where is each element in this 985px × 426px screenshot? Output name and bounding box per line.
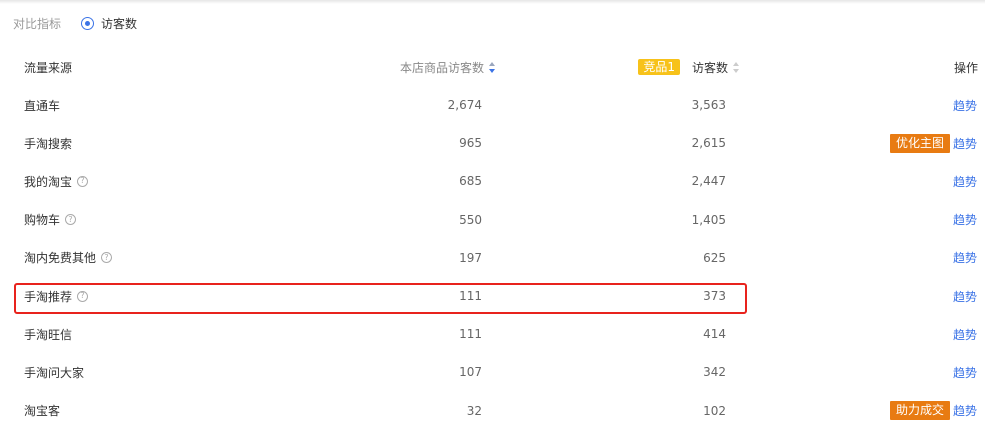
action-cell: 优化主图 趋势: [889, 124, 977, 162]
action-tag-button[interactable]: 助力成交: [889, 401, 950, 421]
action-cell: 趋势: [953, 162, 977, 200]
competitor-visitors-value: 414: [703, 327, 726, 342]
source-cell: 手淘问大家: [24, 353, 84, 391]
header-self-visitors[interactable]: 本店商品访客数: [400, 48, 496, 86]
self-visitors-value: 111: [459, 327, 482, 342]
table-row: 直通车 2,674 3,563 趋势: [0, 86, 985, 124]
action-tag-button[interactable]: 优化主图: [889, 133, 950, 153]
source-name: 手淘搜索: [24, 136, 73, 151]
compare-option-visitors[interactable]: 访客数: [101, 15, 137, 32]
source-name: 手淘旺信: [24, 327, 73, 342]
radio-dot: [85, 20, 91, 26]
top-divider: [0, 0, 985, 4]
source-name: 我的淘宝: [24, 174, 73, 189]
action-cell: 助力成交 趋势: [889, 392, 977, 426]
header-competitor-visitors-label: 访客数: [691, 60, 728, 75]
competitor-visitors-value: 2,615: [691, 136, 726, 151]
table-row: 手淘推荐? 111 373 趋势: [0, 277, 985, 315]
self-visitors-value: 111: [459, 289, 482, 304]
self-visitors-value: 2,674: [447, 98, 482, 113]
source-name: 手淘问大家: [24, 365, 85, 380]
sort-icon[interactable]: [733, 61, 740, 73]
question-circle-icon[interactable]: ?: [101, 252, 113, 264]
table-row: 手淘问大家 107 342 趋势: [0, 353, 985, 391]
source-cell: 我的淘宝?: [24, 162, 89, 200]
table-row: 淘宝客 32 102 助力成交 趋势: [0, 392, 985, 426]
source-name: 直通车: [24, 98, 61, 113]
source-cell: 手淘搜索: [24, 124, 72, 162]
trend-link[interactable]: 趋势: [953, 288, 977, 305]
question-circle-icon[interactable]: ?: [77, 175, 89, 187]
source-name: 手淘推荐: [24, 289, 73, 304]
source-cell: 手淘旺信: [24, 315, 72, 353]
competitor-visitors-value: 373: [703, 289, 726, 304]
header-action: 操作: [953, 60, 978, 75]
self-visitors-value: 685: [459, 174, 482, 189]
radio-selected-icon[interactable]: [81, 16, 95, 30]
trend-link[interactable]: 趋势: [953, 402, 977, 419]
trend-link[interactable]: 趋势: [953, 249, 977, 266]
traffic-source-table: 流量来源 本店商品访客数 竞品1 访客数 操作 直通车 2,674 3,563 趋势手…: [0, 48, 985, 426]
table-row: 手淘搜索 965 2,615 优化主图 趋势: [0, 124, 985, 162]
source-cell: 直通车: [24, 86, 60, 124]
table-row: 淘内免费其他? 197 625 趋势: [0, 239, 985, 277]
competitor-visitors-value: 3,563: [691, 98, 726, 113]
self-visitors-value: 197: [459, 250, 482, 265]
compare-metric-bar: 对比指标 访客数: [13, 14, 137, 32]
action-cell: 趋势: [953, 201, 977, 239]
action-cell: 趋势: [953, 86, 977, 124]
question-circle-icon[interactable]: ?: [65, 214, 77, 226]
table-row: 我的淘宝? 685 2,447 趋势: [0, 162, 985, 200]
table-row: 手淘旺信 111 414 趋势: [0, 315, 985, 353]
question-circle-icon[interactable]: ?: [77, 290, 89, 302]
self-visitors-value: 550: [459, 212, 482, 227]
source-name: 淘宝客: [24, 404, 61, 419]
competitor-visitors-value: 1,405: [691, 212, 726, 227]
header-source: 流量来源: [24, 60, 73, 75]
trend-link[interactable]: 趋势: [953, 211, 977, 228]
self-visitors-value: 965: [459, 136, 482, 151]
self-visitors-value: 107: [459, 365, 482, 380]
source-name: 购物车: [24, 213, 61, 228]
competitor-visitors-value: 342: [703, 365, 726, 380]
trend-link[interactable]: 趋势: [953, 364, 977, 381]
competitor-visitors-value: 2,447: [691, 174, 726, 189]
trend-link[interactable]: 趋势: [953, 326, 977, 343]
table-header: 流量来源 本店商品访客数 竞品1 访客数 操作: [0, 48, 985, 86]
compare-metric-label: 对比指标: [13, 16, 62, 31]
header-competitor-visitors[interactable]: 竞品1 访客数: [638, 48, 740, 86]
competitor-badge: 竞品1: [638, 59, 680, 75]
trend-link[interactable]: 趋势: [953, 97, 977, 114]
action-cell: 趋势: [953, 239, 977, 277]
action-cell: 趋势: [953, 353, 977, 391]
competitor-visitors-value: 625: [703, 250, 726, 265]
header-self-visitors-label: 本店商品访客数: [399, 60, 484, 75]
action-cell: 趋势: [953, 315, 977, 353]
source-cell: 淘宝客: [24, 392, 60, 426]
competitor-visitors-value: 102: [703, 403, 726, 418]
trend-link[interactable]: 趋势: [953, 135, 977, 152]
action-cell: 趋势: [953, 277, 977, 315]
source-name: 淘内免费其他: [24, 251, 97, 266]
source-cell: 手淘推荐?: [24, 277, 89, 315]
source-cell: 购物车?: [24, 201, 77, 239]
table-row: 购物车? 550 1,405 趋势: [0, 201, 985, 239]
source-cell: 淘内免费其他?: [24, 239, 113, 277]
self-visitors-value: 32: [466, 403, 482, 418]
trend-link[interactable]: 趋势: [953, 173, 977, 190]
sort-icon[interactable]: [489, 61, 496, 73]
